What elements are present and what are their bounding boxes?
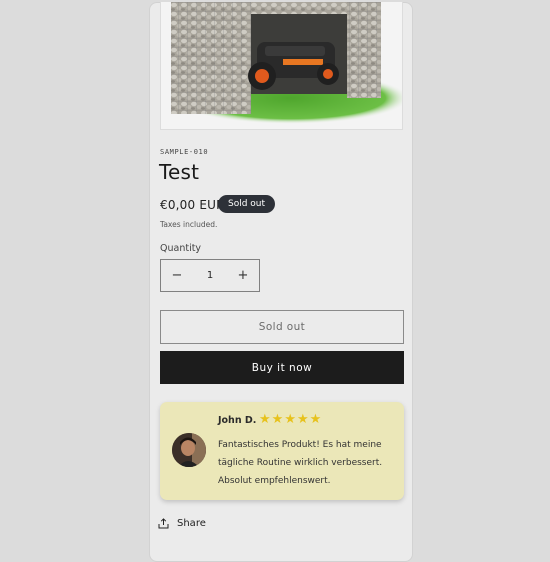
quantity-decrease-button[interactable]: − bbox=[161, 260, 193, 291]
quantity-input[interactable]: 1 bbox=[193, 270, 227, 281]
star-icon: ★ bbox=[296, 412, 309, 427]
quantity-stepper: − 1 + bbox=[160, 259, 260, 292]
product-image[interactable] bbox=[160, 1, 403, 130]
star-icon: ★ bbox=[284, 412, 296, 427]
reviewer-avatar bbox=[172, 433, 206, 467]
product-title: Test bbox=[159, 160, 200, 184]
taxes-note: Taxes included. bbox=[160, 220, 218, 229]
share-button[interactable]: Share bbox=[158, 518, 206, 529]
review-card: John D. ★ ★ ★ ★ ★ Fantastisches Produkt!… bbox=[160, 402, 404, 500]
review-text: Fantastisches Produkt! Es hat meine tägl… bbox=[218, 440, 383, 486]
quantity-increase-button[interactable]: + bbox=[227, 260, 259, 291]
product-price: €0,00 EUR bbox=[160, 198, 225, 212]
quantity-label: Quantity bbox=[160, 243, 202, 254]
share-label: Share bbox=[177, 518, 206, 529]
product-sku: SAMPLE-010 bbox=[160, 148, 209, 156]
star-icon: ★ bbox=[259, 412, 271, 427]
review-rating: ★ ★ ★ ★ ★ bbox=[259, 412, 321, 428]
share-icon bbox=[158, 518, 169, 529]
buy-now-button[interactable]: Buy it now bbox=[160, 351, 404, 384]
robot-mower-garage-image bbox=[161, 2, 402, 129]
sold-out-button[interactable]: Sold out bbox=[160, 310, 404, 344]
star-icon: ★ bbox=[271, 412, 284, 427]
sold-out-badge: Sold out bbox=[218, 195, 276, 213]
reviewer-photo bbox=[172, 433, 206, 467]
product-card: SAMPLE-010 Test €0,00 EUR Sold out Taxes… bbox=[149, 1, 413, 562]
reviewer-name: John D. bbox=[218, 415, 257, 426]
star-icon: ★ bbox=[309, 412, 322, 427]
